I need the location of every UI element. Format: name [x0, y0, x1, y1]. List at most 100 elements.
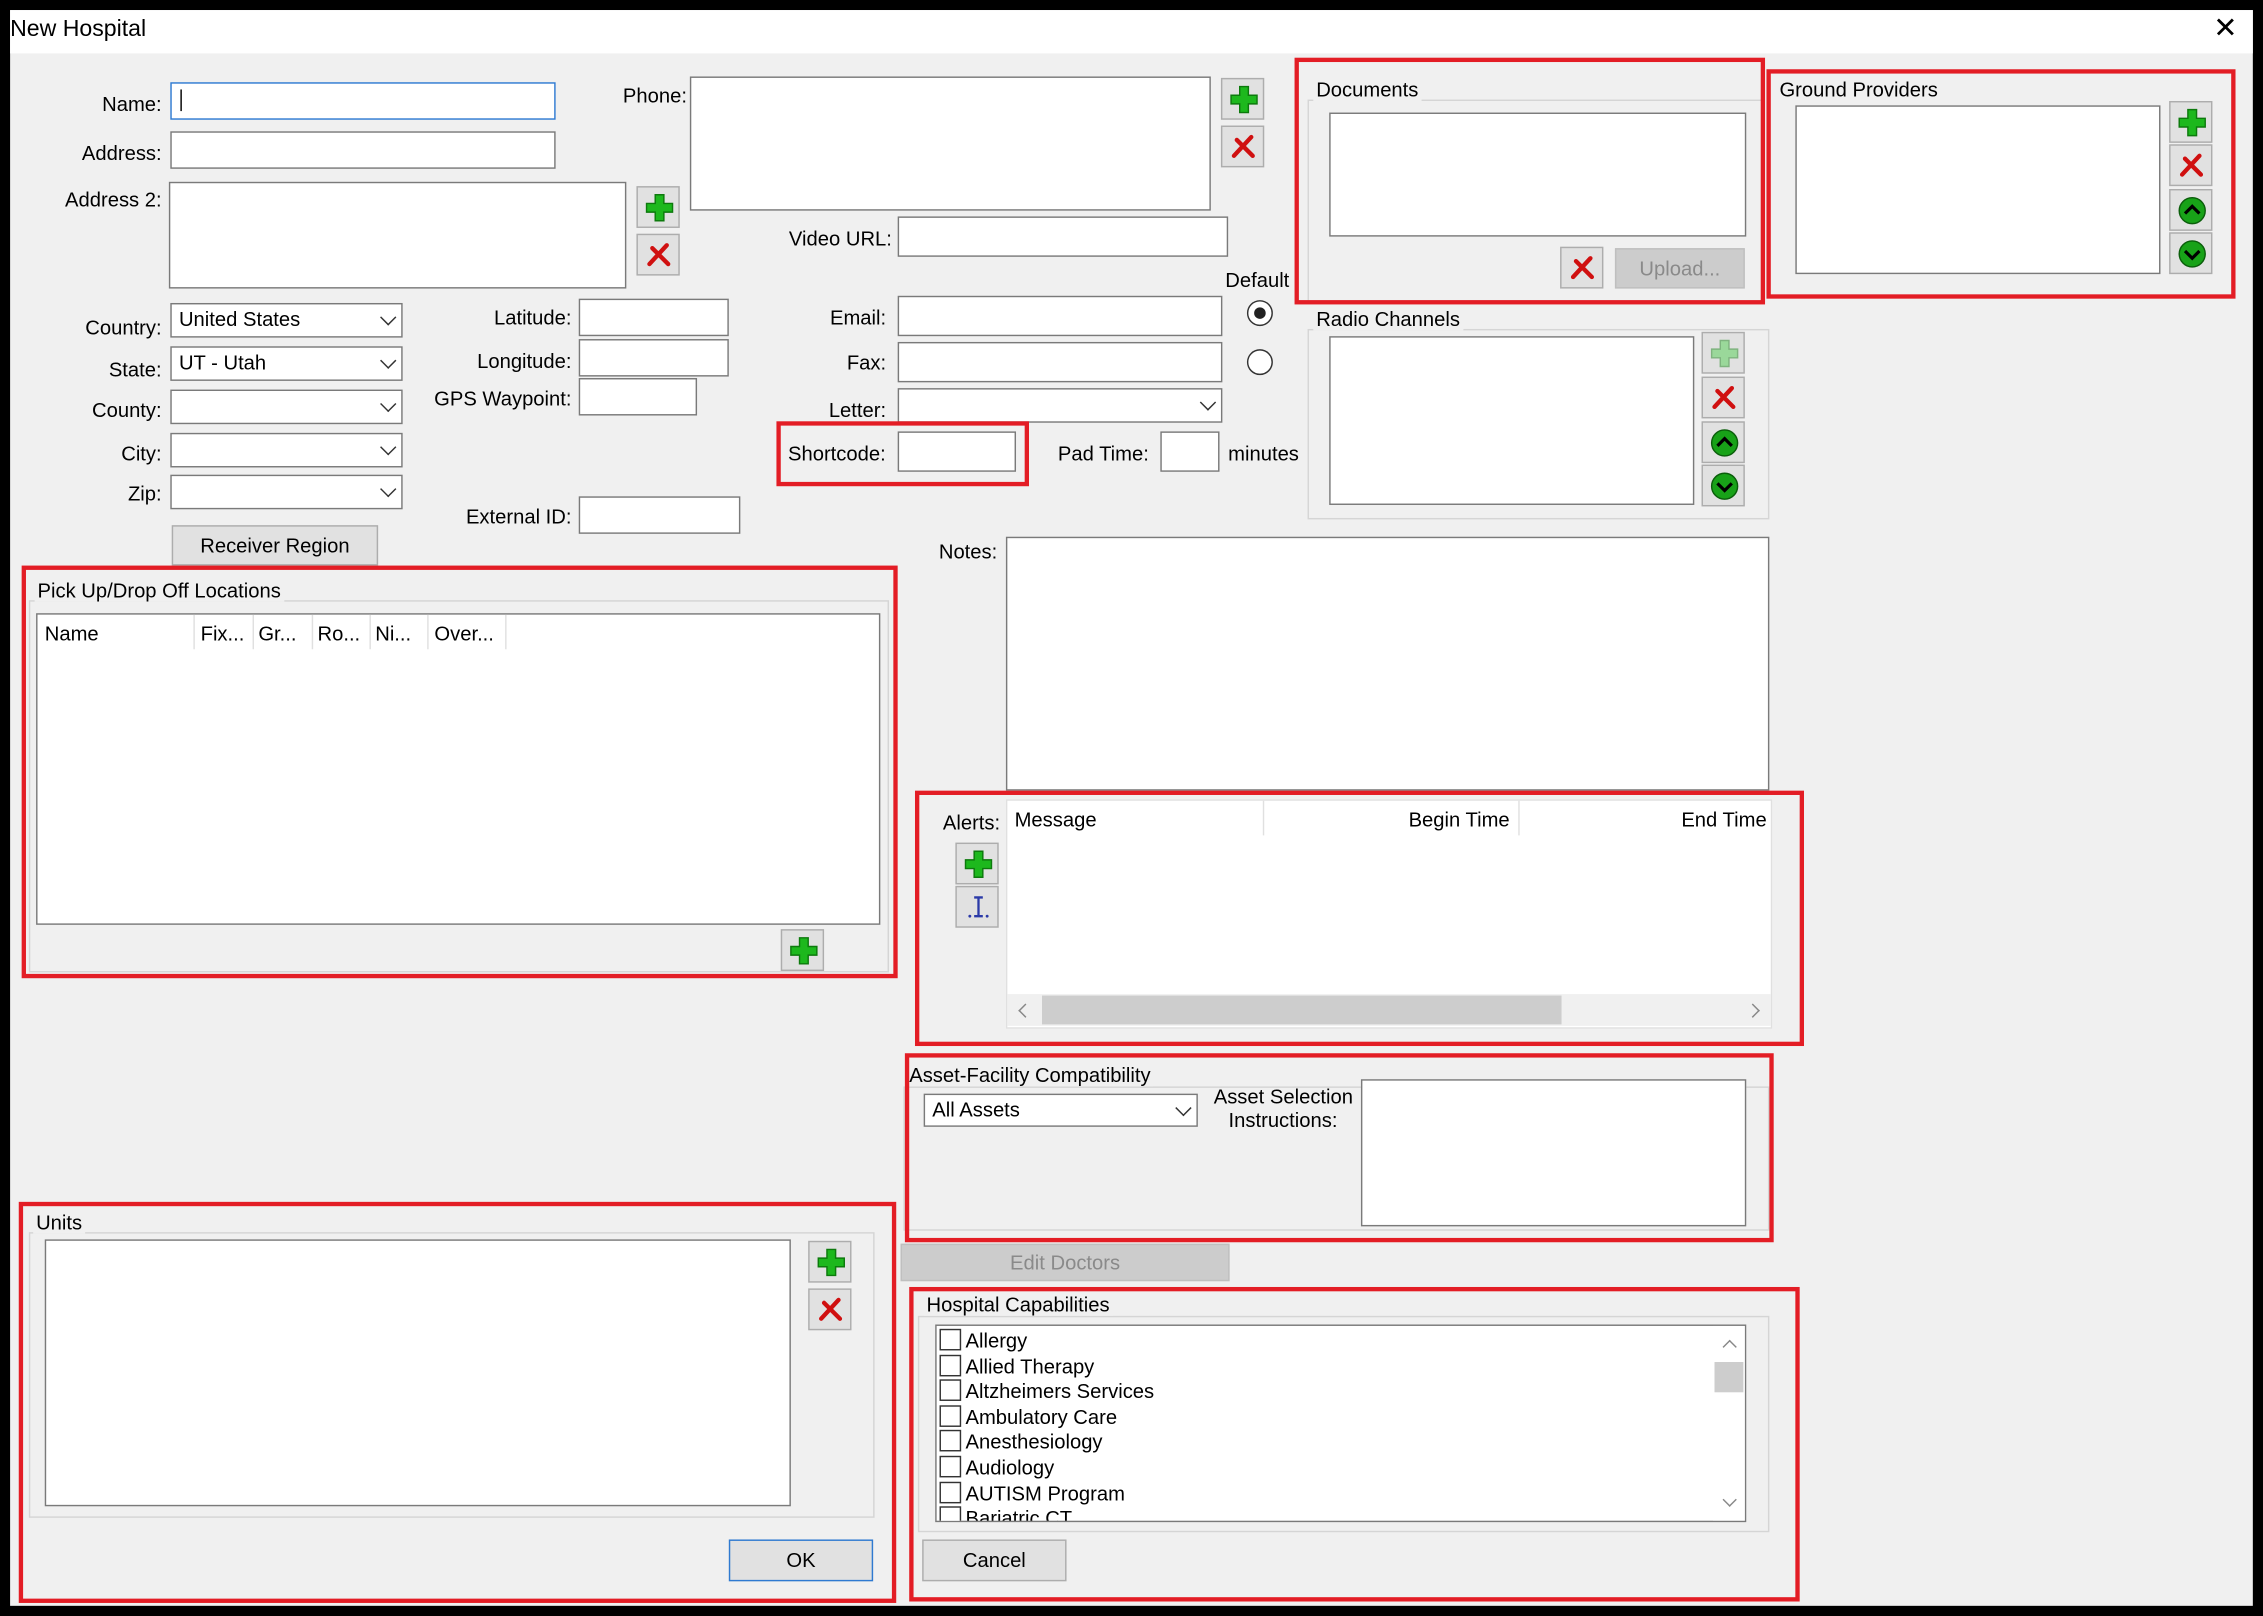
email-default-radio[interactable] — [1246, 300, 1273, 327]
scroll-thumb[interactable] — [1041, 995, 1562, 1025]
remove-radio-channel-button[interactable] — [1701, 376, 1745, 419]
move-down-radio-channel-button[interactable] — [1701, 464, 1745, 507]
asset-instructions-textarea[interactable] — [1360, 1079, 1747, 1227]
add-radio-channel-button[interactable] — [1701, 331, 1745, 374]
capabilities-scrollbar[interactable] — [1713, 1325, 1745, 1521]
notes-label: Notes: — [938, 539, 998, 563]
column-header-ni[interactable]: Ni... — [375, 622, 411, 645]
checkbox[interactable] — [939, 1404, 962, 1427]
external-id-input[interactable] — [578, 496, 741, 534]
add-unit-button[interactable] — [808, 1240, 852, 1283]
remove-phone-button[interactable] — [1220, 125, 1265, 168]
checkbox[interactable] — [939, 1506, 962, 1521]
shortcode-input[interactable] — [897, 431, 1017, 472]
letter-select[interactable] — [897, 388, 1223, 423]
capability-item[interactable]: Altzheimers Services — [939, 1379, 1154, 1405]
capability-item[interactable]: AUTISM Program — [939, 1481, 1125, 1506]
video-url-input[interactable] — [897, 216, 1229, 257]
county-label: County: — [92, 398, 162, 422]
county-select[interactable] — [170, 389, 403, 425]
ground-providers-list[interactable] — [1795, 105, 2161, 275]
close-icon[interactable]: ✕ — [2208, 12, 2243, 47]
radio-dot — [1254, 307, 1266, 319]
checkbox[interactable] — [939, 1354, 962, 1376]
latitude-input[interactable] — [578, 298, 729, 337]
scroll-left-icon[interactable] — [1018, 1003, 1033, 1018]
add-pickup-location-button[interactable] — [780, 929, 825, 972]
capability-label: Audiology — [965, 1455, 1055, 1479]
move-up-ground-provider-button[interactable] — [2169, 189, 2213, 231]
radio-channels-list[interactable] — [1329, 336, 1695, 505]
column-divider — [369, 614, 371, 650]
add-address-button[interactable] — [636, 186, 680, 228]
ok-button[interactable]: OK — [728, 1539, 874, 1582]
checkbox[interactable] — [939, 1481, 962, 1503]
asset-select[interactable]: All Assets — [923, 1093, 1198, 1127]
capability-label: Bariatric CT — [965, 1506, 1073, 1523]
address-input[interactable] — [170, 131, 556, 169]
column-header-gr[interactable]: Gr... — [258, 622, 296, 645]
alerts-table[interactable]: Message Begin Time End Time — [1005, 799, 1773, 1029]
checkbox[interactable] — [939, 1430, 962, 1453]
scroll-up-icon[interactable] — [1722, 1339, 1737, 1354]
zip-select[interactable] — [170, 474, 403, 510]
scroll-thumb[interactable] — [1714, 1362, 1744, 1393]
column-header-ro[interactable]: Ro... — [318, 622, 361, 645]
capability-item[interactable]: Bariatric CT — [939, 1506, 1073, 1523]
capability-item[interactable]: Anesthesiology — [939, 1430, 1103, 1455]
documents-list[interactable] — [1329, 112, 1747, 237]
add-phone-button[interactable] — [1220, 77, 1265, 120]
alerts-horizontal-scrollbar[interactable] — [1007, 994, 1771, 1026]
country-select[interactable]: United States — [170, 302, 403, 338]
capability-item[interactable]: Allied Therapy — [939, 1354, 1094, 1379]
state-select[interactable]: UT - Utah — [170, 346, 403, 381]
edit-alert-button[interactable] — [955, 885, 999, 928]
chevron-down-icon — [1175, 1099, 1192, 1117]
capabilities-list[interactable]: Allergy Allied Therapy Altzheimers Service… — [935, 1324, 1747, 1523]
add-ground-provider-button[interactable] — [2169, 100, 2213, 143]
units-list[interactable] — [44, 1239, 791, 1507]
upload-button[interactable]: Upload... — [1614, 248, 1745, 289]
column-header-fix[interactable]: Fix... — [201, 622, 245, 645]
gps-waypoint-input[interactable] — [578, 378, 698, 416]
longitude-input[interactable] — [578, 339, 729, 377]
fax-default-radio[interactable] — [1246, 349, 1273, 376]
move-up-radio-channel-button[interactable] — [1701, 421, 1745, 464]
capability-item[interactable]: Ambulatory Care — [939, 1404, 1117, 1430]
column-header-begin-time[interactable]: Begin Time — [1409, 808, 1510, 831]
column-divider — [193, 614, 195, 650]
column-header-message[interactable]: Message — [1015, 808, 1097, 831]
column-header-over[interactable]: Over... — [434, 622, 494, 645]
fax-input[interactable] — [897, 341, 1223, 383]
move-down-ground-provider-button[interactable] — [2169, 232, 2213, 275]
pickup-table[interactable]: Name Fix... Gr... Ro... Ni... Over... — [36, 613, 881, 925]
edit-doctors-button[interactable]: Edit Doctors — [900, 1243, 1230, 1282]
checkbox[interactable] — [939, 1455, 962, 1478]
checkbox[interactable] — [939, 1328, 962, 1351]
name-input[interactable] — [170, 82, 556, 120]
pad-time-input[interactable] — [1160, 431, 1220, 472]
capability-item[interactable]: Allergy — [939, 1328, 1027, 1354]
add-alert-button[interactable] — [955, 842, 999, 885]
city-select[interactable] — [170, 432, 403, 468]
scroll-right-icon[interactable] — [1745, 1003, 1760, 1018]
receiver-region-button[interactable]: Receiver Region — [171, 525, 379, 566]
remove-ground-provider-button[interactable] — [2169, 144, 2213, 187]
column-divider — [1262, 800, 1265, 836]
remove-unit-button[interactable] — [808, 1288, 852, 1331]
checkbox[interactable] — [939, 1379, 962, 1402]
scroll-down-icon[interactable] — [1722, 1492, 1737, 1507]
capability-item[interactable]: Audiology — [939, 1455, 1055, 1481]
address-label: Address: — [81, 141, 162, 165]
remove-document-button[interactable] — [1560, 246, 1604, 289]
column-header-end-time[interactable]: End Time — [1681, 808, 1766, 831]
cancel-button[interactable]: Cancel — [922, 1539, 1067, 1582]
phone-list[interactable] — [689, 76, 1211, 211]
email-input[interactable] — [897, 295, 1223, 337]
address2-textarea[interactable] — [168, 181, 627, 289]
remove-address-button[interactable] — [636, 233, 680, 276]
notes-textarea[interactable] — [1005, 536, 1770, 791]
red-x-icon — [647, 243, 671, 267]
red-x-icon — [1231, 134, 1255, 158]
column-header-name[interactable]: Name — [45, 622, 99, 645]
